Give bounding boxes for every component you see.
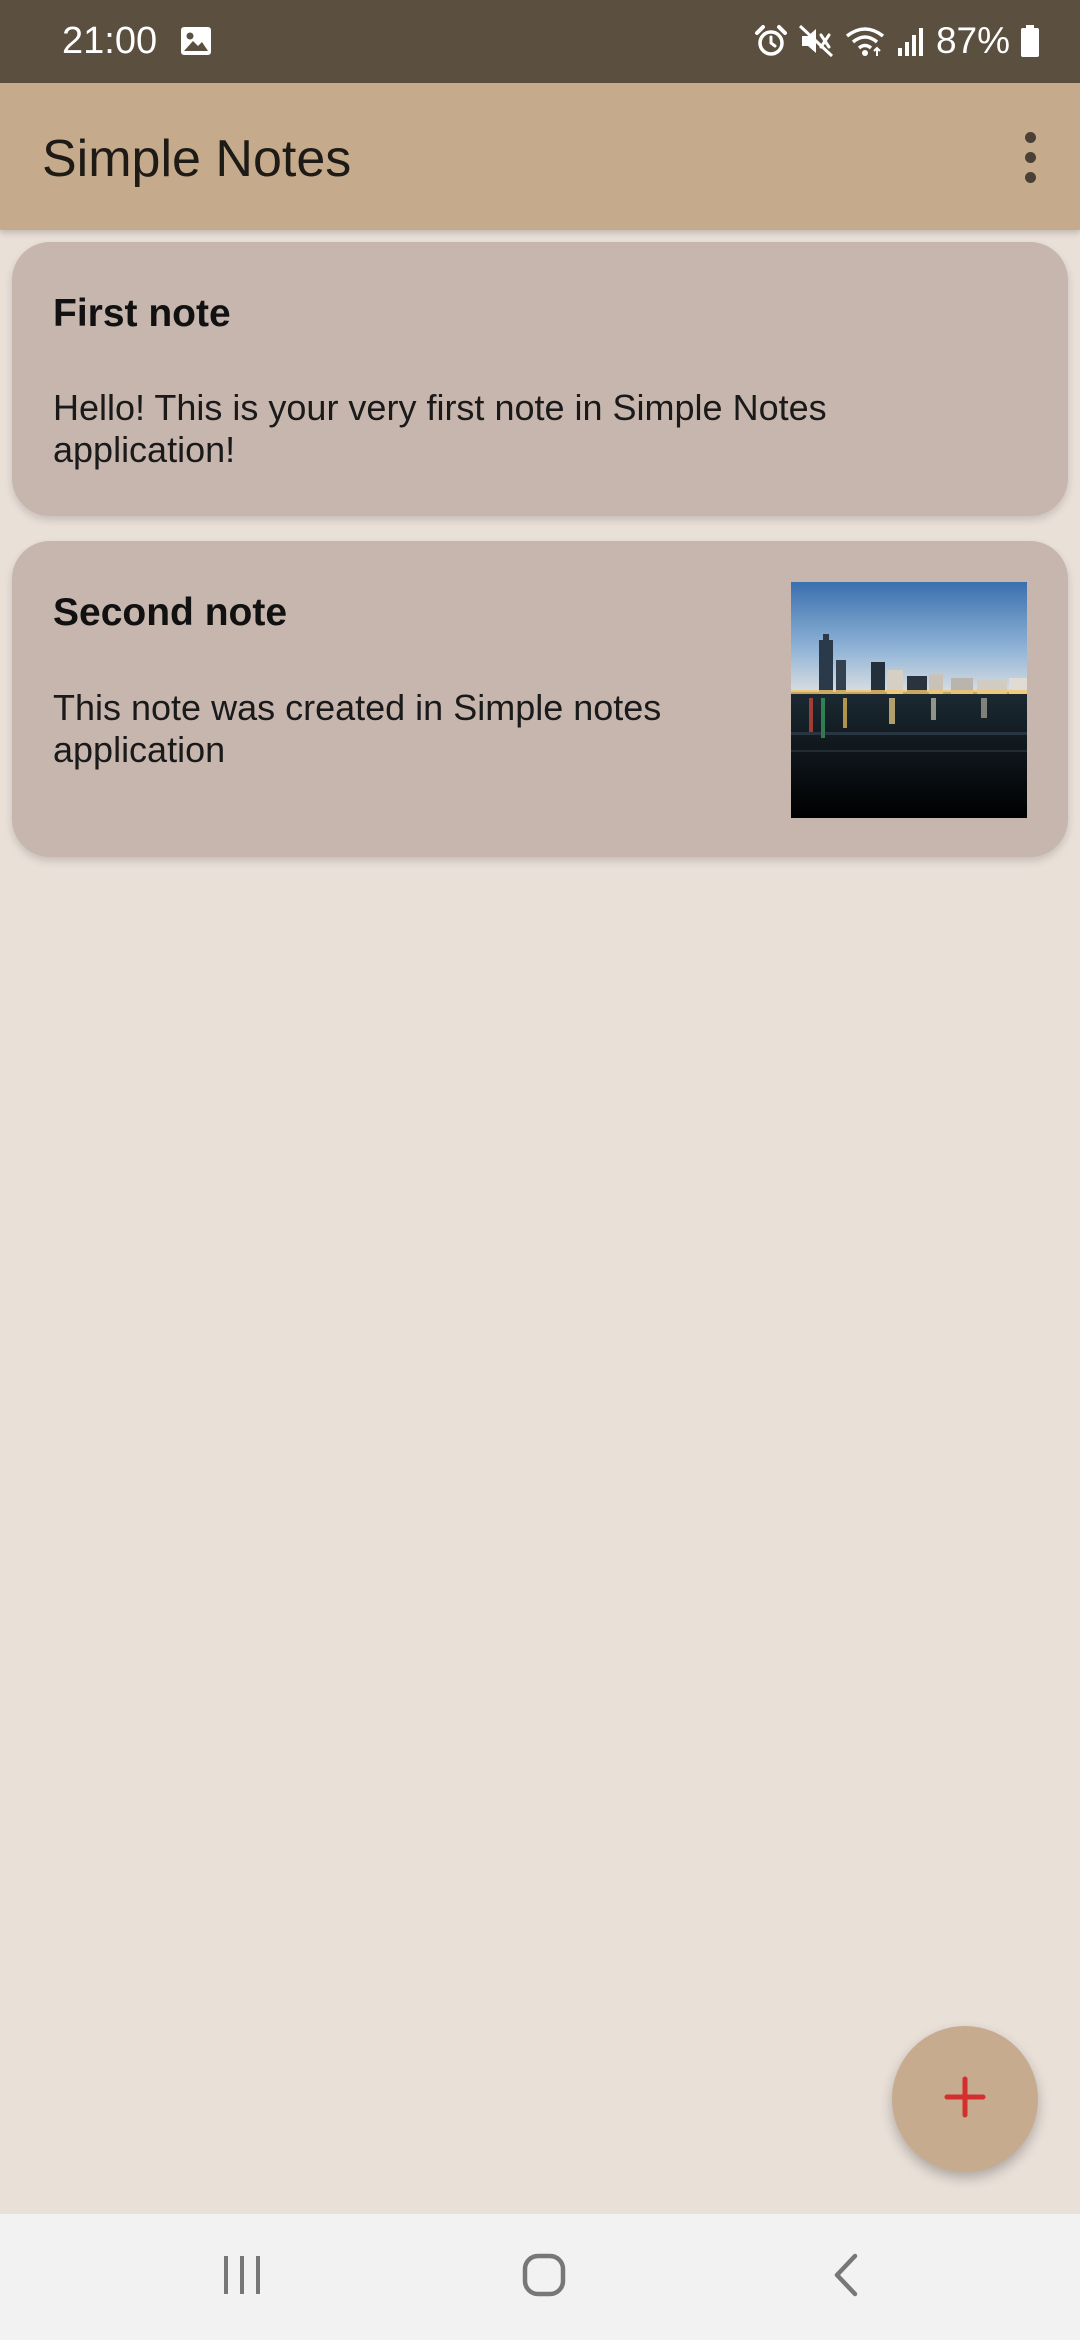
back-button[interactable] <box>746 2214 946 2340</box>
home-icon <box>521 2252 567 2303</box>
note-image-thumbnail <box>791 582 1027 818</box>
note-card[interactable]: First note Hello! This is your very firs… <box>12 242 1068 516</box>
status-bar: 21:00 87% <box>0 0 1080 83</box>
mute-icon <box>798 24 834 58</box>
note-body: Hello! This is your very first note in S… <box>53 387 827 470</box>
more-vert-icon[interactable] <box>1008 127 1052 187</box>
alarm-icon <box>754 24 788 58</box>
note-card[interactable]: Second note This note was created in Sim… <box>12 541 1068 857</box>
back-icon <box>831 2252 861 2303</box>
battery-percent: 87% <box>935 20 1010 61</box>
app-bar: Simple Notes <box>0 83 1080 230</box>
add-note-button[interactable] <box>892 2026 1038 2172</box>
gallery-icon <box>180 26 212 56</box>
battery-icon <box>1020 24 1040 58</box>
note-title: First note <box>53 292 231 335</box>
status-icons: 87% <box>754 16 1040 66</box>
signal-icon <box>896 24 926 58</box>
recents-button[interactable] <box>142 2214 342 2340</box>
app-title: Simple Notes <box>42 130 352 188</box>
recents-icon <box>220 2254 264 2301</box>
navigation-bar <box>0 2214 1080 2340</box>
status-time: 21:00 <box>62 20 158 62</box>
note-body: This note was created in Simple notes ap… <box>53 687 662 770</box>
note-title: Second note <box>53 591 288 634</box>
wifi-icon <box>844 24 886 58</box>
plus-icon <box>942 2074 988 2125</box>
home-button[interactable] <box>444 2214 644 2340</box>
